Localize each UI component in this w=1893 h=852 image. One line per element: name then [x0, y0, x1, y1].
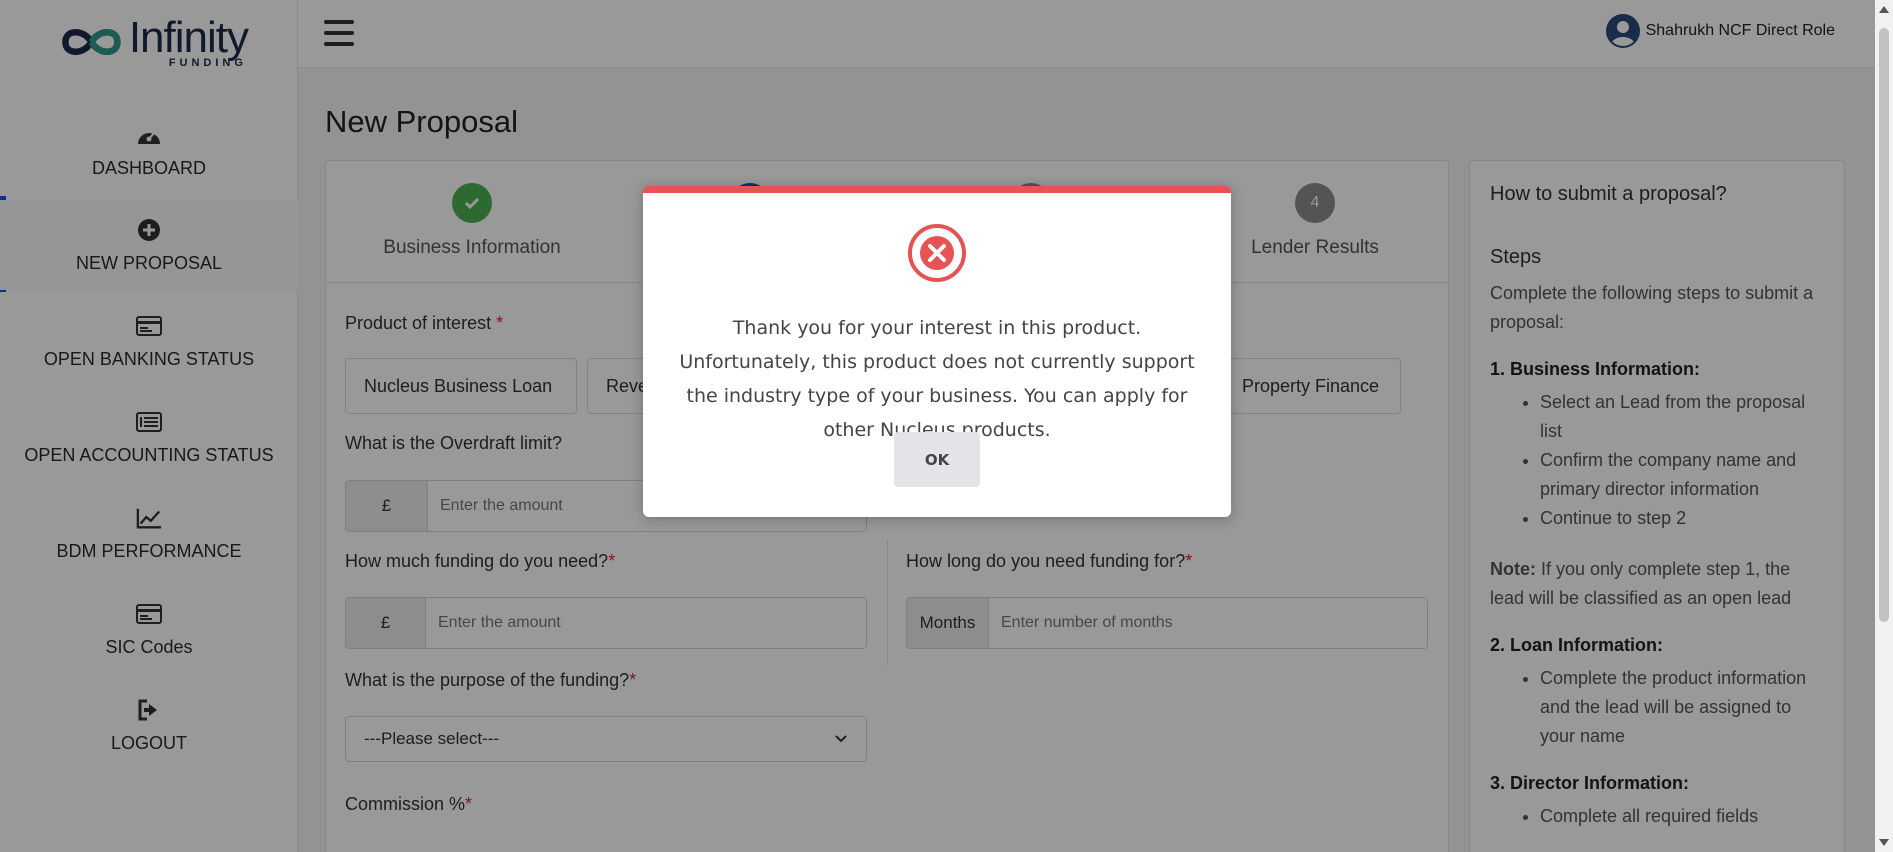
dialog-message: Thank you for your interest in this prod…	[679, 317, 1195, 441]
scroll-down-arrow-icon[interactable]	[1879, 839, 1889, 846]
scroll-up-arrow-icon[interactable]	[1879, 6, 1889, 13]
page-scrollbar[interactable]	[1875, 0, 1893, 852]
error-dialog: Thank you for your interest in this prod…	[643, 186, 1231, 517]
error-x-circle-icon	[908, 224, 966, 282]
ok-button[interactable]: OK	[894, 432, 980, 487]
scroll-thumb[interactable]	[1879, 28, 1889, 622]
